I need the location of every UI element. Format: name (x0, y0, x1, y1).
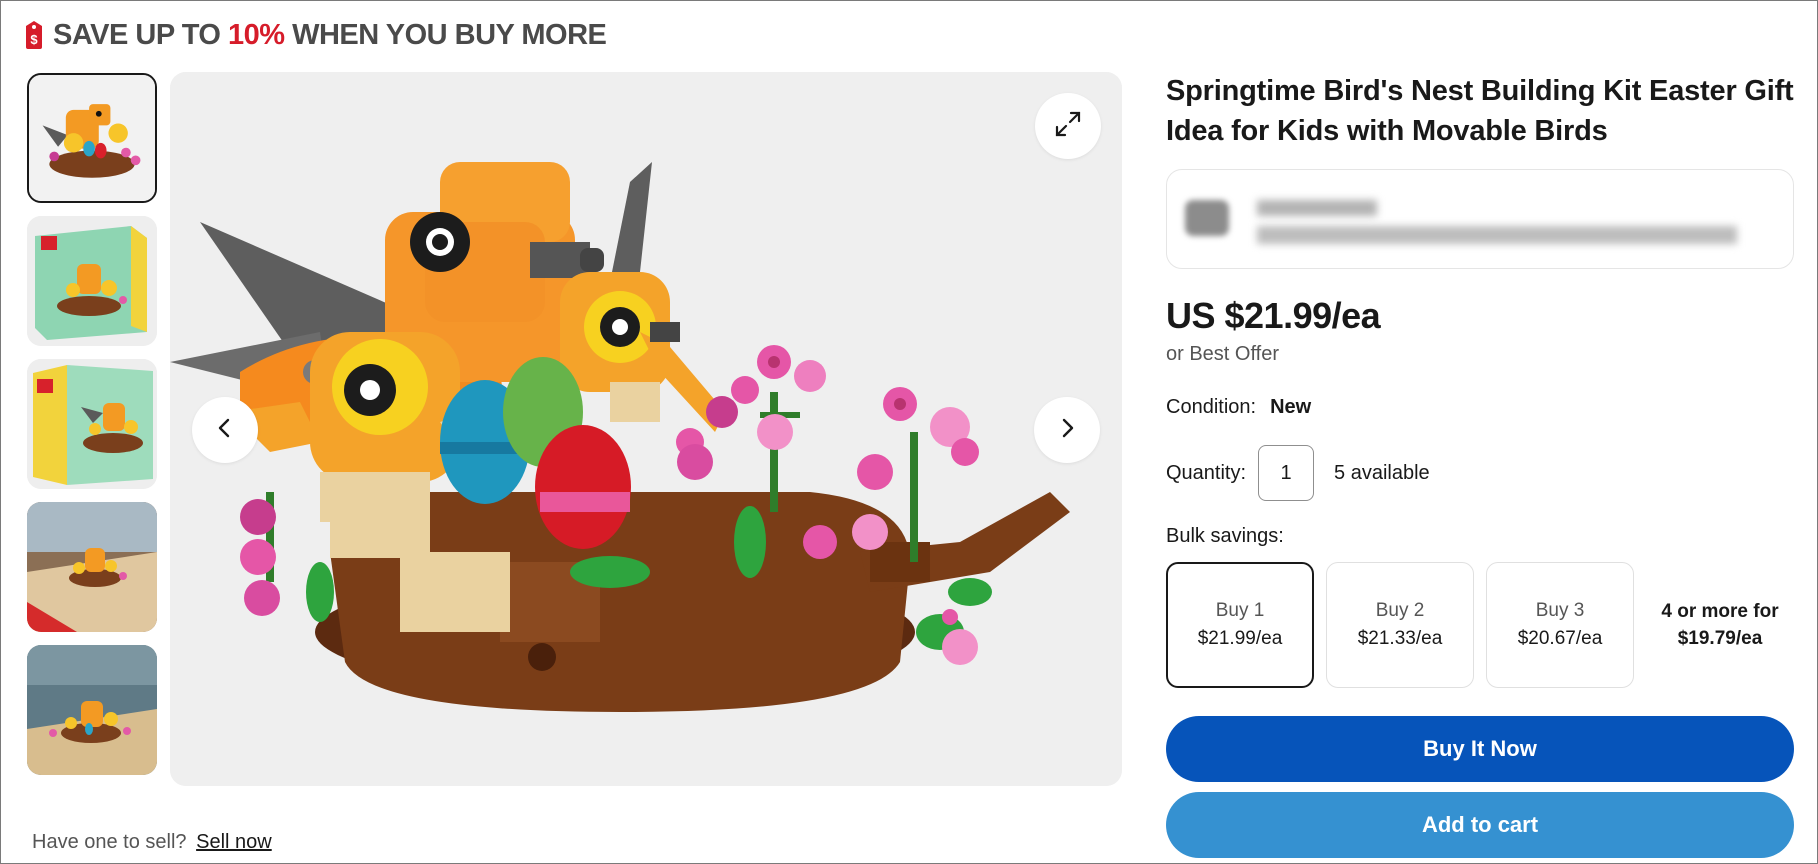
promo-text: SAVE UP TO 10% WHEN YOU BUY MORE (53, 18, 607, 51)
main-product-image[interactable] (170, 72, 1122, 786)
chevron-left-icon (213, 416, 237, 445)
chevron-right-icon (1055, 416, 1079, 445)
bulk-option-price: $21.99/ea (1197, 628, 1283, 649)
thumbnail-strip (27, 73, 157, 788)
thumbnail-1[interactable] (27, 73, 157, 203)
condition-row: Condition: New (1166, 396, 1794, 419)
thumbnail-2[interactable] (27, 216, 157, 346)
quantity-input[interactable] (1258, 445, 1315, 501)
bulk-option-price: $20.67/ea (1517, 628, 1603, 649)
promo-highlight: 10% (228, 18, 285, 51)
expand-icon (1053, 109, 1083, 144)
listing-details: Springtime Bird's Nest Building Kit East… (1166, 71, 1794, 858)
bulk-options: Buy 1 $21.99/ea Buy 2 $21.33/ea Buy 3 $2… (1166, 562, 1794, 688)
bulk-option-qty: Buy 1 (1215, 600, 1265, 621)
thumbnail-3[interactable] (27, 359, 157, 489)
bulk-savings-label: Bulk savings: (1166, 525, 1284, 547)
expand-image-button[interactable] (1035, 93, 1101, 159)
seller-avatar (1185, 200, 1229, 236)
quantity-row: Quantity: 5 available (1166, 445, 1794, 501)
previous-image-button[interactable] (192, 397, 258, 463)
sell-now-link[interactable]: Sell now (196, 831, 272, 853)
promo-banner: $ SAVE UP TO 10% WHEN YOU BUY MORE (23, 15, 607, 55)
buy-it-now-button[interactable]: Buy It Now (1166, 716, 1794, 782)
seller-name-redacted (1257, 200, 1377, 216)
thumbnail-5[interactable] (27, 645, 157, 775)
next-image-button[interactable] (1034, 397, 1100, 463)
bulk-option-1[interactable]: Buy 1 $21.99/ea (1166, 562, 1314, 688)
bulk-option-price: $21.33/ea (1357, 628, 1443, 649)
price-tag-icon: $ (23, 20, 45, 50)
product-illustration (170, 72, 1122, 786)
condition-label: Condition: (1166, 396, 1257, 418)
add-to-cart-button[interactable]: Add to cart (1166, 792, 1794, 858)
seller-info-redacted (1257, 226, 1737, 244)
bulk-option-3[interactable]: Buy 3 $20.67/ea (1486, 562, 1634, 688)
thumbnail-4[interactable] (27, 502, 157, 632)
best-offer-text: or Best Offer (1166, 343, 1280, 365)
sell-prompt-text: Have one to sell? (32, 831, 187, 853)
svg-text:$: $ (30, 32, 38, 47)
bulk-option-qty: Buy 3 (1535, 600, 1585, 621)
listing-title: Springtime Bird's Nest Building Kit East… (1166, 75, 1794, 147)
bulk-option-more[interactable]: 4 or more for $19.79/ea (1646, 562, 1794, 688)
bulk-option-2[interactable]: Buy 2 $21.33/ea (1326, 562, 1474, 688)
available-count: 5 available (1334, 461, 1430, 484)
seller-card[interactable] (1166, 169, 1794, 269)
bulk-option-qty: Buy 2 (1375, 600, 1425, 621)
condition-value: New (1270, 396, 1312, 418)
price: US $21.99/ea (1166, 295, 1381, 336)
sell-prompt: Have one to sell? Sell now (32, 831, 272, 854)
quantity-label: Quantity: (1166, 461, 1247, 484)
